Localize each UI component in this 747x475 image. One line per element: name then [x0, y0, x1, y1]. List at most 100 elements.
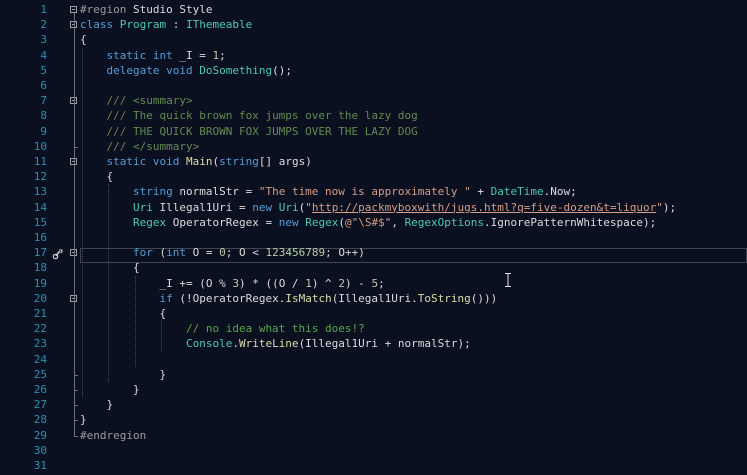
code-line[interactable]: {	[80, 260, 140, 275]
code-token: IsMatch	[285, 291, 332, 305]
code-token: {	[80, 307, 167, 320]
code-token: "	[305, 200, 312, 214]
line-number: 31	[33, 459, 47, 472]
code-token: WriteLine	[238, 337, 299, 351]
code-line[interactable]: static void Main(string[] args)	[80, 154, 312, 169]
code-line[interactable]: string normalStr = "The time now is appr…	[80, 184, 577, 199]
line-number: 14	[33, 200, 47, 214]
code-line[interactable]: Regex OperatorRegex = new Regex(@"\S#$",…	[80, 215, 656, 230]
line-number: 30	[33, 443, 47, 457]
line-number: 6	[40, 79, 47, 92]
code-token: {	[80, 170, 114, 184]
code-line[interactable]: {	[80, 306, 166, 321]
line-number: 18	[33, 261, 47, 275]
code-line[interactable]: class Program : IThemeable	[80, 17, 252, 32]
line-number: 8	[40, 109, 47, 123]
code-line[interactable]: Uri Illegal1Uri = new Uri("http://packmy…	[80, 200, 676, 215]
code-token: .	[484, 215, 491, 229]
code-line[interactable]: // no idea what this does!?	[80, 321, 365, 336]
code-token: normalStr =	[172, 185, 259, 199]
collapse-toggle[interactable]	[70, 6, 77, 13]
line-number: 13	[33, 185, 47, 199]
code-token: Now	[550, 185, 571, 199]
code-line[interactable]: Console.WriteLine(Illegal1Uri + normalSt…	[80, 336, 471, 351]
outline-end-tick	[74, 435, 78, 437]
code-line[interactable]: #region Studio Style	[80, 2, 212, 17]
code-line[interactable]: /// <summary>	[80, 93, 193, 108]
code-editor[interactable]: 1 2 3 4 5 6 7 8 9 10 11 12 13 14 15 16 17 18 19 20 21 22 23 24 2…	[0, 0, 747, 475]
code-token: Console	[185, 337, 233, 351]
code-line[interactable]: #endregion	[80, 428, 146, 443]
line-number: 12	[33, 170, 47, 184]
code-line[interactable]: }	[80, 412, 87, 427]
code-token: ;	[219, 48, 226, 62]
code-token: static	[106, 48, 147, 62]
code-token: );	[662, 200, 677, 214]
code-token: 2	[338, 276, 345, 290]
code-token: }	[80, 398, 114, 412]
code-line[interactable]: if (!OperatorRegex.IsMatch(Illegal1Uri.T…	[80, 291, 497, 306]
code-line[interactable]: }	[80, 367, 166, 382]
code-token: void	[166, 63, 193, 77]
line-number: 29	[33, 428, 47, 442]
line-number: 20	[33, 291, 47, 305]
outline-line	[74, 301, 75, 375]
code-token: for	[132, 246, 153, 260]
code-line[interactable]: {	[80, 32, 87, 47]
code-token: }	[80, 413, 87, 427]
code-token: }	[80, 367, 167, 381]
code-token: .	[232, 337, 239, 351]
line-number: 2	[40, 18, 47, 32]
code-token: ;	[570, 185, 577, 199]
code-line[interactable]: _I += (O % 3) * ((O / 1) ^ 2) - 5;	[80, 276, 384, 291]
line-number: 11	[33, 155, 47, 168]
code-token: 1	[305, 276, 312, 290]
code-line[interactable]: }	[80, 397, 113, 412]
code-line[interactable]: {	[80, 169, 113, 184]
code-token: (Illegal1Uri + normalStr);	[298, 337, 471, 351]
code-line[interactable]: /// </summary>	[80, 139, 200, 154]
code-line[interactable]: for (int O = 0; O < 123456789; O++)	[80, 245, 365, 260]
code-token: /// THE QUICK BROWN FOX JUMPS OVER THE L…	[106, 124, 418, 138]
outline-end-tick	[74, 405, 78, 407]
outline-end-tick	[74, 146, 78, 148]
code-token: ///	[106, 139, 133, 153]
outline-end-tick	[74, 374, 78, 376]
code-line[interactable]: static int _I = 1;	[80, 48, 226, 63]
code-token: if	[159, 291, 173, 305]
lightbulb-wrench-icon[interactable]	[51, 249, 63, 261]
line-number: 5	[40, 63, 47, 77]
code-token: int	[152, 48, 173, 62]
code-line[interactable]: delegate void DoSomething();	[80, 63, 292, 78]
code-token: ; O++)	[325, 246, 365, 260]
code-line[interactable]: /// The quick brown fox jumps over the l…	[80, 108, 418, 123]
line-number: 15	[33, 215, 47, 229]
code-token: Studio Style	[126, 3, 213, 16]
code-token: {	[80, 261, 140, 275]
code-line[interactable]: /// THE QUICK BROWN FOX JUMPS OVER THE L…	[80, 124, 418, 139]
code-token: DoSomething	[199, 63, 273, 77]
code-token: /// The quick brown fox jumps over the l…	[106, 109, 418, 123]
line-number: 21	[33, 307, 47, 320]
code-token: ) * ((O /	[238, 276, 306, 290]
code-token: http://packmyboxwith/jugs.html?q=five-do…	[311, 200, 657, 214]
line-number: 26	[33, 383, 47, 396]
code-token: (	[338, 215, 345, 229]
code-token: Regex	[132, 215, 167, 229]
code-line[interactable]: }	[80, 382, 140, 397]
code-token: ) -	[344, 276, 372, 290]
line-number: 22	[33, 322, 47, 336]
code-token: Uri	[132, 200, 153, 214]
